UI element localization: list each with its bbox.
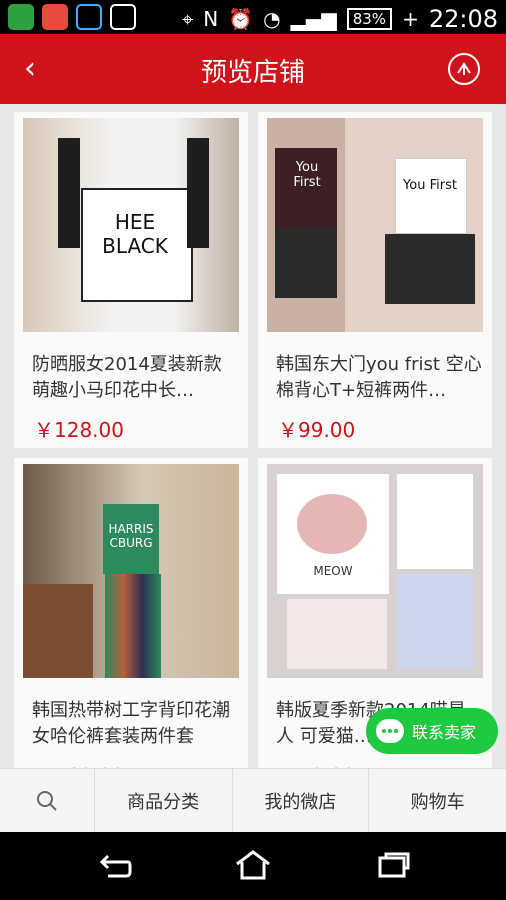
location-icon: ⌖: [181, 7, 194, 31]
app-notification-icon: [42, 4, 68, 30]
product-image[interactable]: MEOW: [267, 464, 483, 678]
product-name: 韩国热带树工字背印花潮女哈伦裤套装两件套: [32, 700, 230, 747]
product-price: ￥168.00: [34, 760, 124, 768]
nfc-icon: N: [203, 7, 219, 31]
product-card-1[interactable]: HEE BLACK 防晒服女2014夏装新款萌趣小马印花中长… ￥128.00: [14, 112, 248, 448]
bottom-tab-bar: 商品分类 我的微店 购物车: [0, 768, 506, 833]
messenger-icon: [8, 4, 34, 30]
product-image-text-a: You First: [293, 160, 321, 190]
alarm-icon: ⏰: [228, 7, 254, 31]
product-card-2[interactable]: You First You First 韩国东大门you frist 空心棉背心…: [258, 112, 492, 448]
product-price: ￥99.00: [278, 418, 356, 442]
system-nav-bar: [0, 832, 506, 900]
product-image-text: HEE BLACK: [102, 210, 168, 258]
product-image-text: HARRIS CBURG: [108, 522, 154, 550]
recent-apps-icon[interactable]: [376, 850, 412, 880]
image-icon: [110, 4, 136, 30]
product-image-text-b: You First: [403, 178, 457, 193]
product-image-text: MEOW: [313, 564, 353, 578]
battery-indicator: 83%: [346, 8, 393, 30]
title-bar: ‹ 预览店铺: [0, 34, 506, 104]
charging-icon: +: [402, 7, 419, 31]
product-name: 防晒服女2014夏装新款萌趣小马印花中长…: [32, 354, 222, 401]
headset-icon: [76, 4, 102, 30]
status-bar: ⌖ N ⏰ ◔ ▂▄▆ 83% + 22:08: [0, 0, 506, 34]
product-card-3[interactable]: HARRIS CBURG 韩国热带树工字背印花潮女哈伦裤套装两件套 ￥168.0…: [14, 458, 248, 768]
home-icon[interactable]: [233, 848, 273, 882]
contact-seller-label: 联系卖家: [412, 723, 477, 742]
product-name: 韩国东大门you frist 空心棉背心T+短裤两件…: [276, 354, 482, 401]
back-nav-icon[interactable]: [94, 850, 134, 880]
contact-seller-button[interactable]: 联系卖家: [366, 708, 498, 754]
product-price: ￥128.00: [34, 418, 124, 442]
product-image[interactable]: HARRIS CBURG: [23, 464, 239, 678]
search-icon: [36, 791, 57, 811]
product-grid: HEE BLACK 防晒服女2014夏装新款萌趣小马印花中长… ￥128.00 …: [0, 104, 506, 768]
signal-icon: ▂▄▆: [290, 7, 337, 31]
clock: 22:08: [428, 5, 498, 33]
wifi-icon: ◔: [263, 7, 281, 31]
tab-cart[interactable]: 购物车: [369, 769, 506, 833]
search-tab[interactable]: [0, 769, 95, 833]
chat-bubble-icon: [376, 719, 404, 743]
page-title: 预览店铺: [200, 58, 305, 88]
product-image[interactable]: You First You First: [267, 118, 483, 332]
tab-categories[interactable]: 商品分类: [95, 769, 233, 833]
tab-my-shop[interactable]: 我的微店: [233, 769, 370, 833]
share-icon[interactable]: [448, 53, 480, 85]
product-image[interactable]: HEE BLACK: [23, 118, 239, 332]
product-price: ￥79.00: [278, 760, 355, 768]
